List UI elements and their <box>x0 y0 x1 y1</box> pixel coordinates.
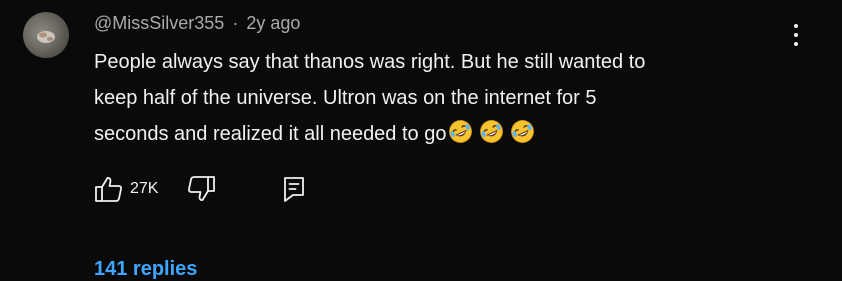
author-handle[interactable]: @MissSilver355 <box>94 13 224 34</box>
like-count: 27K <box>130 180 159 197</box>
comment-actions: 27K <box>94 174 306 204</box>
comment-line: seconds and realized it all needed to go <box>94 123 447 145</box>
comment-line: keep half of the universe. Ultron was on… <box>94 87 597 109</box>
comment-line-with-emoji: seconds and realized it all needed to go <box>94 116 814 152</box>
comment-text: People always say that thanos was right.… <box>94 44 814 152</box>
thumbs-up-icon <box>95 177 122 202</box>
rolling-on-floor-laughing-emoji <box>449 120 473 143</box>
replies-link[interactable]: 141 replies <box>94 258 197 281</box>
comment-header: @MissSilver355 · 2y ago <box>94 11 300 35</box>
reply-icon <box>284 177 305 202</box>
like-button[interactable]: 27K <box>94 175 158 203</box>
separator-dot: · <box>232 12 239 33</box>
rolling-on-floor-laughing-emoji <box>480 120 504 143</box>
comment-timestamp[interactable]: 2y ago <box>246 13 300 34</box>
thumbs-down-icon <box>188 176 216 201</box>
dislike-button[interactable] <box>186 175 216 203</box>
comment-line: People always say that thanos was right.… <box>94 51 646 73</box>
reply-button[interactable] <box>282 175 306 203</box>
avatar[interactable] <box>23 12 69 58</box>
rolling-on-floor-laughing-emoji <box>511 120 535 143</box>
emoji-group <box>448 119 535 144</box>
comment-card: @MissSilver355 · 2y ago People always sa… <box>0 0 842 281</box>
